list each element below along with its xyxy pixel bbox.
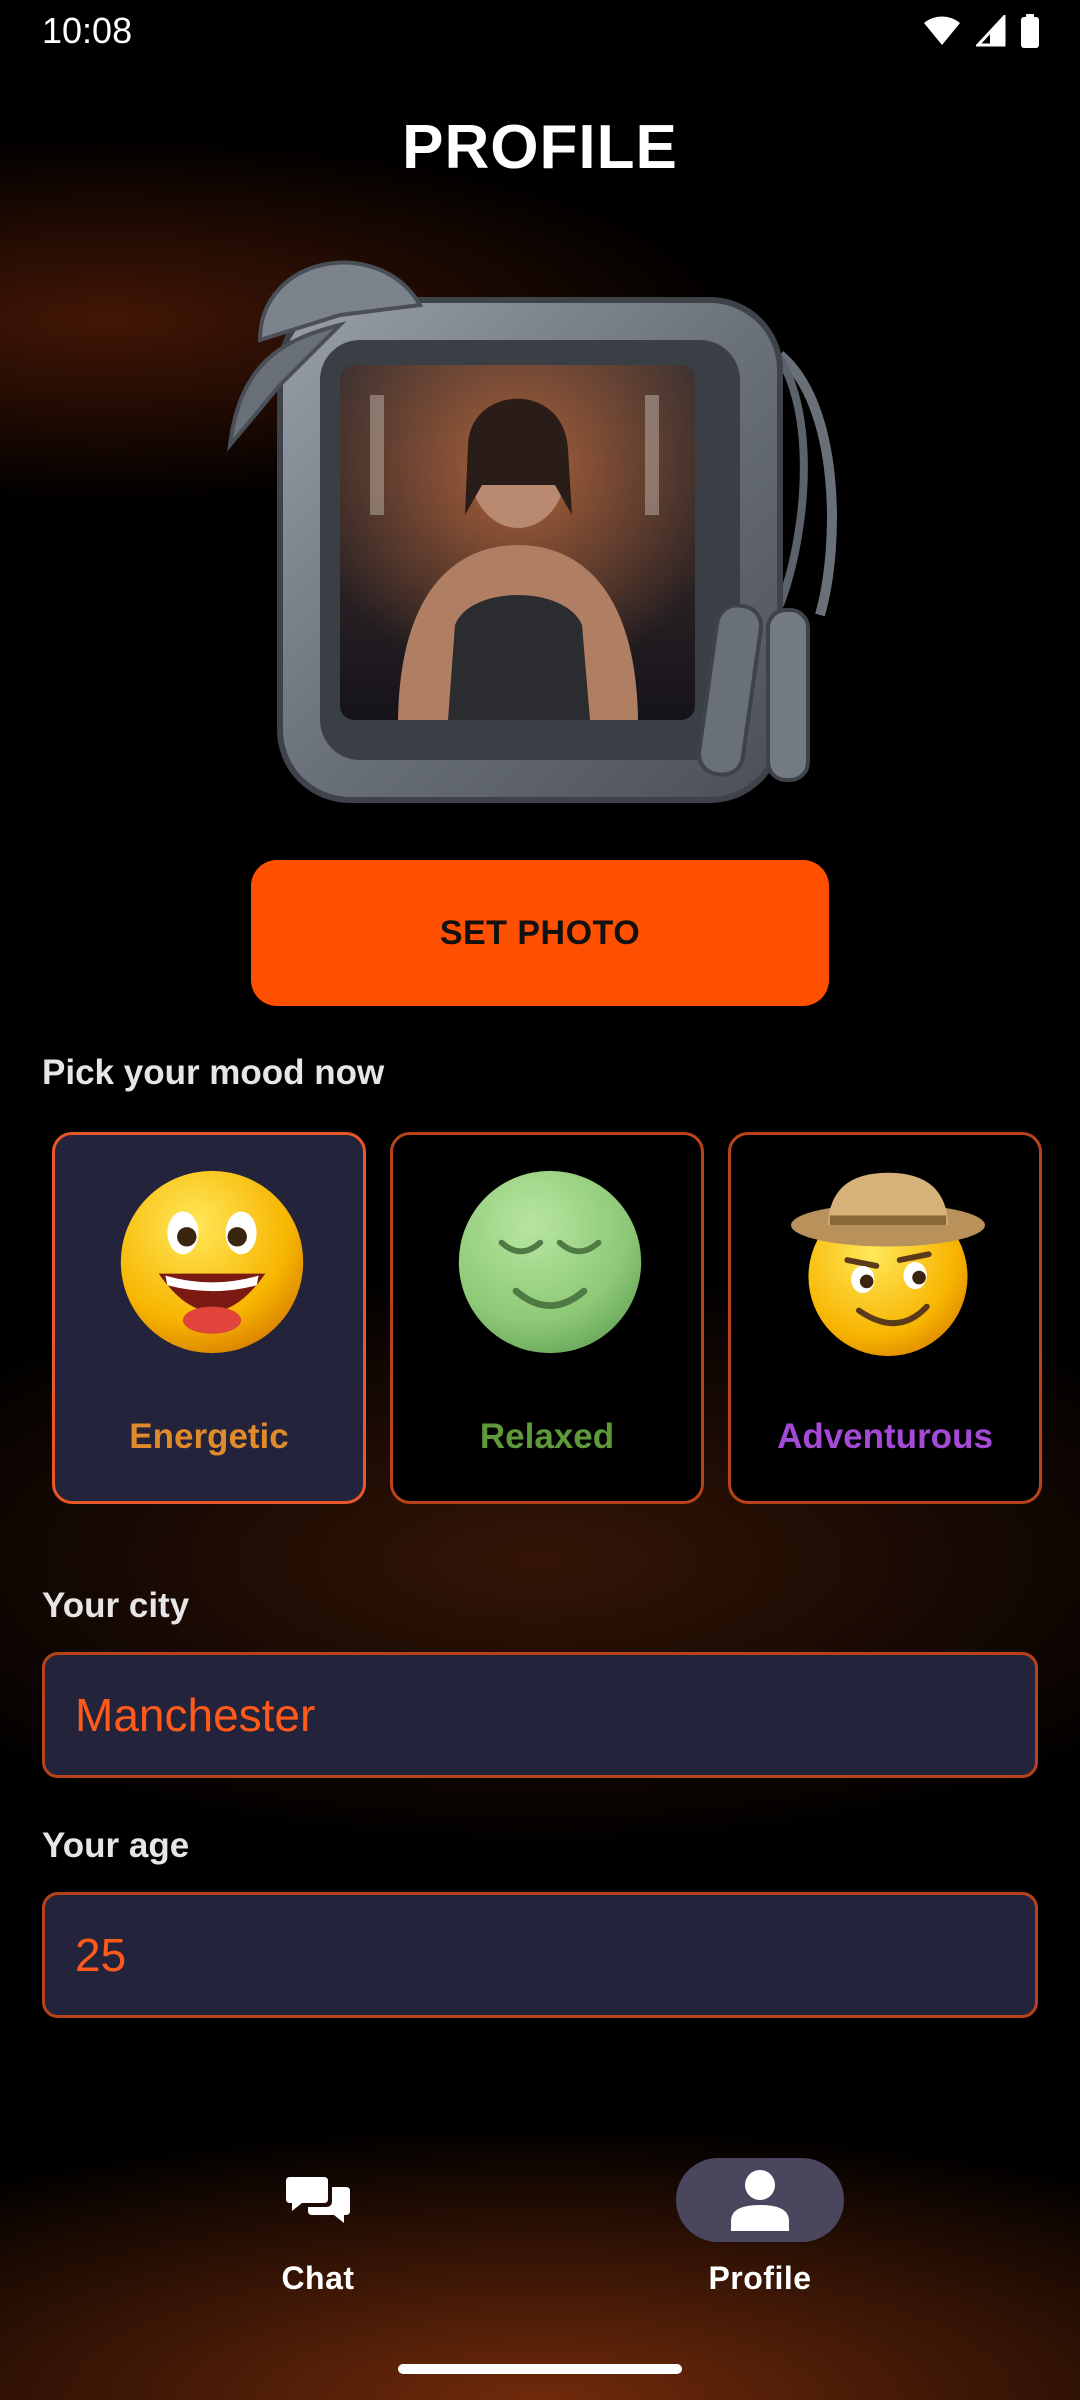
mood-section-label: Pick your mood now (42, 1053, 385, 1092)
status-bar: 10:08 (0, 0, 1080, 62)
explorer-face-icon (791, 1172, 985, 1357)
set-photo-button[interactable]: SET PHOTO (251, 860, 829, 1006)
chat-bubbles-icon (286, 2177, 350, 2223)
bottom-navigation: Chat Profile (0, 2140, 1080, 2340)
mood-label-energetic: Energetic (129, 1417, 289, 1456)
mood-carousel[interactable]: Energetic Relaxed Adventurous (52, 1132, 1080, 1504)
person-icon (731, 2170, 789, 2231)
profile-photo-frame[interactable] (220, 245, 860, 825)
nav-item-profile[interactable]: Profile (650, 2158, 870, 2308)
wifi-icon (924, 16, 960, 45)
age-input[interactable] (42, 1892, 1038, 2018)
nav-label-chat: Chat (281, 2260, 355, 2296)
status-icons (922, 14, 1040, 48)
grinning-face-icon (120, 1170, 304, 1354)
cellular-signal-icon (976, 15, 1006, 47)
city-input[interactable] (42, 1652, 1038, 1778)
nav-icon-container-profile (676, 2158, 844, 2242)
mood-card-energetic[interactable]: Energetic (52, 1132, 366, 1504)
mood-card-adventurous[interactable]: Adventurous (728, 1132, 1042, 1504)
page-title: PROFILE (402, 113, 678, 182)
status-time: 10:08 (42, 10, 133, 51)
city-label: Your city (42, 1586, 190, 1625)
age-label: Your age (42, 1826, 190, 1865)
mood-card-relaxed[interactable]: Relaxed (390, 1132, 704, 1504)
relieved-face-icon (458, 1170, 642, 1354)
mood-label-relaxed: Relaxed (479, 1417, 615, 1456)
battery-icon (1021, 14, 1039, 48)
nav-item-chat[interactable]: Chat (208, 2158, 428, 2308)
nav-label-profile: Profile (708, 2260, 812, 2296)
home-indicator[interactable] (398, 2364, 682, 2374)
mood-label-adventurous: Adventurous (777, 1417, 993, 1456)
nav-icon-container-chat (234, 2158, 402, 2242)
